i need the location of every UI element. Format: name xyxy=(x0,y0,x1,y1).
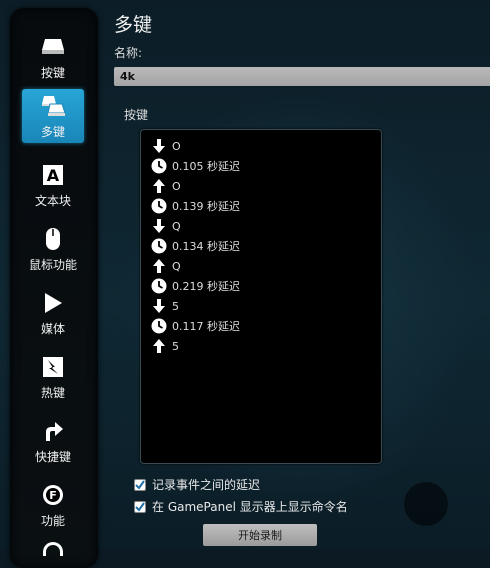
sidebar-item-label: 快捷键 xyxy=(34,450,71,464)
sidebar-item-label: 文本块 xyxy=(34,194,71,208)
start-recording-button[interactable]: 开始录制 xyxy=(203,524,317,546)
text-block-icon: A xyxy=(40,162,66,188)
event-text: O xyxy=(172,139,181,153)
list-item[interactable]: 0.105 秒延迟 xyxy=(151,156,240,176)
sidebar-item-hotkey[interactable]: 热键 xyxy=(22,350,84,406)
record-delays-checkbox-row[interactable]: 记录事件之间的延迟 xyxy=(134,476,260,493)
list-item[interactable]: 5 xyxy=(151,336,179,356)
arrow-down-icon xyxy=(151,138,167,154)
sidebar-item-label: 多键 xyxy=(40,125,65,139)
arrow-up-icon xyxy=(151,338,167,354)
sidebar: 按键 多键 A 文本块 鼠标功能 媒体 热键 快捷键 F 功能 xyxy=(10,8,98,568)
sidebar-item-shortcut[interactable]: 快捷键 xyxy=(22,414,84,470)
event-text: 0.117 秒延迟 xyxy=(172,320,240,333)
event-text: 0.105 秒延迟 xyxy=(172,160,240,173)
clock-icon xyxy=(151,198,167,214)
list-item[interactable]: O xyxy=(151,176,181,196)
name-label: 名称: xyxy=(114,46,143,60)
function-icon: F xyxy=(40,482,66,508)
list-item[interactable]: O xyxy=(151,136,181,156)
show-gamepanel-checkbox[interactable] xyxy=(134,500,146,513)
multikey-icon xyxy=(40,93,66,119)
list-item[interactable]: Q xyxy=(151,216,181,236)
svg-text:F: F xyxy=(49,489,57,502)
record-delays-label: 记录事件之间的延迟 xyxy=(152,478,261,492)
mouse-icon xyxy=(40,226,66,252)
record-delays-checkbox[interactable] xyxy=(134,478,146,491)
key-icon xyxy=(40,34,66,60)
event-text: Q xyxy=(172,219,181,233)
clock-icon xyxy=(151,238,167,254)
partial-icon xyxy=(43,542,63,556)
list-item[interactable]: 0.117 秒延迟 xyxy=(151,316,240,336)
clock-icon xyxy=(151,318,167,334)
sidebar-item-text-block[interactable]: A 文本块 xyxy=(22,158,84,214)
sidebar-item-label: 媒体 xyxy=(40,322,65,336)
checkmark-icon xyxy=(135,501,145,512)
arrow-down-icon xyxy=(151,218,167,234)
sidebar-item-label: 功能 xyxy=(40,514,65,528)
arrow-up-icon xyxy=(151,258,167,274)
keys-label: 按键 xyxy=(124,108,149,122)
event-text: 0.219 秒延迟 xyxy=(172,280,240,293)
show-gamepanel-label: 在 GamePanel 显示器上显示命令名 xyxy=(152,500,348,514)
clock-icon xyxy=(151,278,167,294)
list-item[interactable]: 5 xyxy=(151,296,179,316)
event-text: 5 xyxy=(172,299,179,313)
checkmark-icon xyxy=(135,479,145,490)
background-decoration xyxy=(404,482,448,526)
shortcut-arrow-icon xyxy=(40,418,66,444)
svg-text:A: A xyxy=(47,166,60,185)
sidebar-item-key[interactable]: 按键 xyxy=(22,30,84,86)
hotkey-icon xyxy=(40,354,66,380)
sidebar-item-media[interactable]: 媒体 xyxy=(22,286,84,342)
list-item[interactable]: 0.139 秒延迟 xyxy=(151,196,240,216)
event-text: 0.139 秒延迟 xyxy=(172,200,240,213)
list-item[interactable]: 0.219 秒延迟 xyxy=(151,276,240,296)
event-text: 5 xyxy=(172,339,179,353)
sidebar-item-mouse[interactable]: 鼠标功能 xyxy=(22,222,84,278)
sidebar-item-label: 按键 xyxy=(40,66,65,80)
sidebar-item-multikey[interactable]: 多键 xyxy=(22,89,84,143)
list-item[interactable]: 0.134 秒延迟 xyxy=(151,236,240,256)
name-input[interactable] xyxy=(114,67,490,86)
sidebar-item-function[interactable]: F 功能 xyxy=(22,478,84,534)
event-text: O xyxy=(172,179,181,193)
sidebar-item-label: 热键 xyxy=(40,386,65,400)
clock-icon xyxy=(151,158,167,174)
sidebar-item-label: 鼠标功能 xyxy=(28,258,77,272)
event-text: Q xyxy=(172,259,181,273)
show-gamepanel-checkbox-row[interactable]: 在 GamePanel 显示器上显示命令名 xyxy=(134,498,348,515)
event-text: 0.134 秒延迟 xyxy=(172,240,240,253)
play-icon xyxy=(40,290,66,316)
page-title: 多键 xyxy=(114,14,153,36)
arrow-up-icon xyxy=(151,178,167,194)
key-events-list[interactable]: O 0.105 秒延迟 O 0.139 秒延迟 Q 0.134 秒延迟 Q 0.… xyxy=(140,129,382,464)
arrow-down-icon xyxy=(151,298,167,314)
list-item[interactable]: Q xyxy=(151,256,181,276)
